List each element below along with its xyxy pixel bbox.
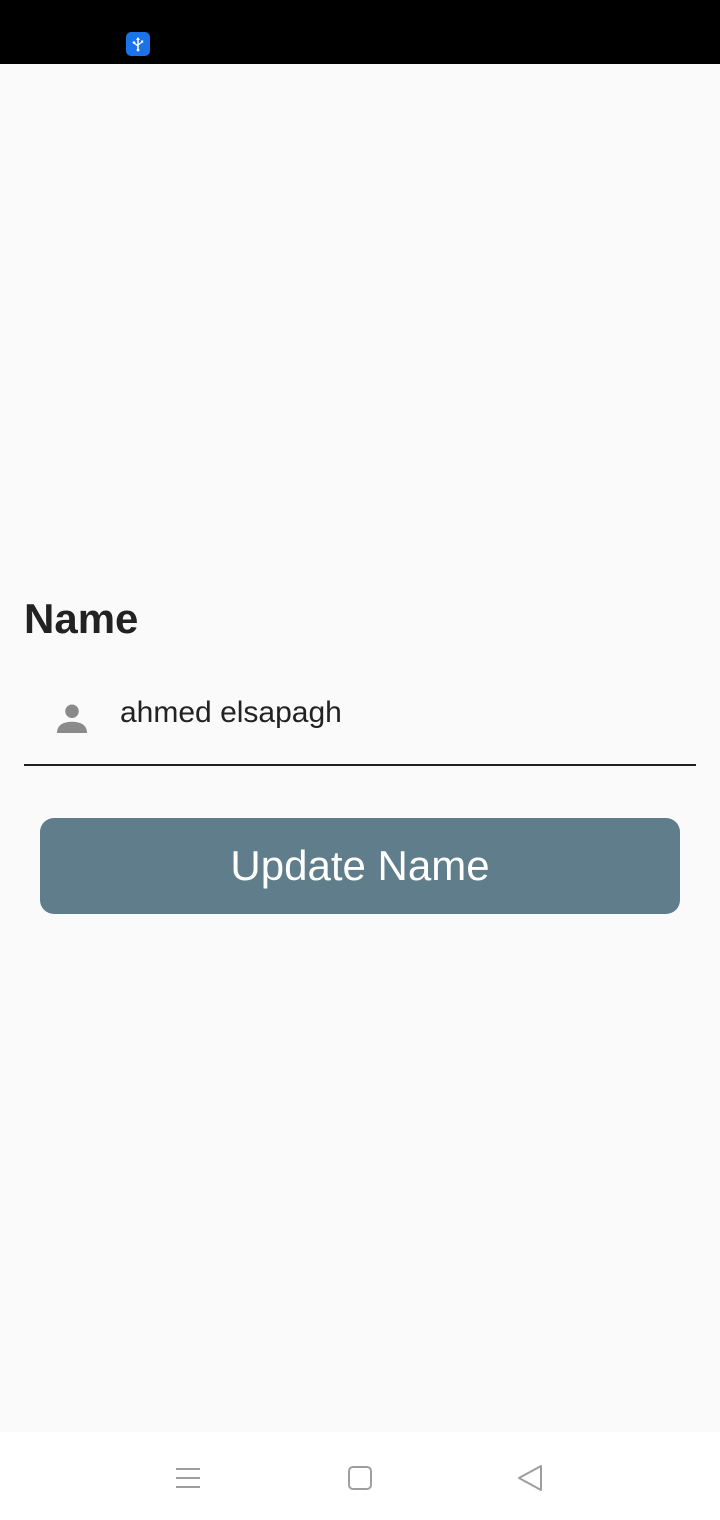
person-icon	[57, 704, 87, 733]
usb-icon	[126, 32, 150, 56]
navigation-bar	[0, 1432, 720, 1520]
name-field[interactable]	[24, 676, 696, 766]
status-bar	[0, 0, 720, 64]
main-content: Name Update Name	[0, 64, 720, 1432]
name-heading: Name	[24, 595, 139, 642]
home-icon[interactable]	[342, 1460, 378, 1496]
menu-icon[interactable]	[170, 1460, 206, 1496]
update-name-button[interactable]: Update Name	[40, 818, 680, 914]
name-input[interactable]	[120, 690, 680, 736]
back-icon[interactable]	[512, 1460, 548, 1496]
